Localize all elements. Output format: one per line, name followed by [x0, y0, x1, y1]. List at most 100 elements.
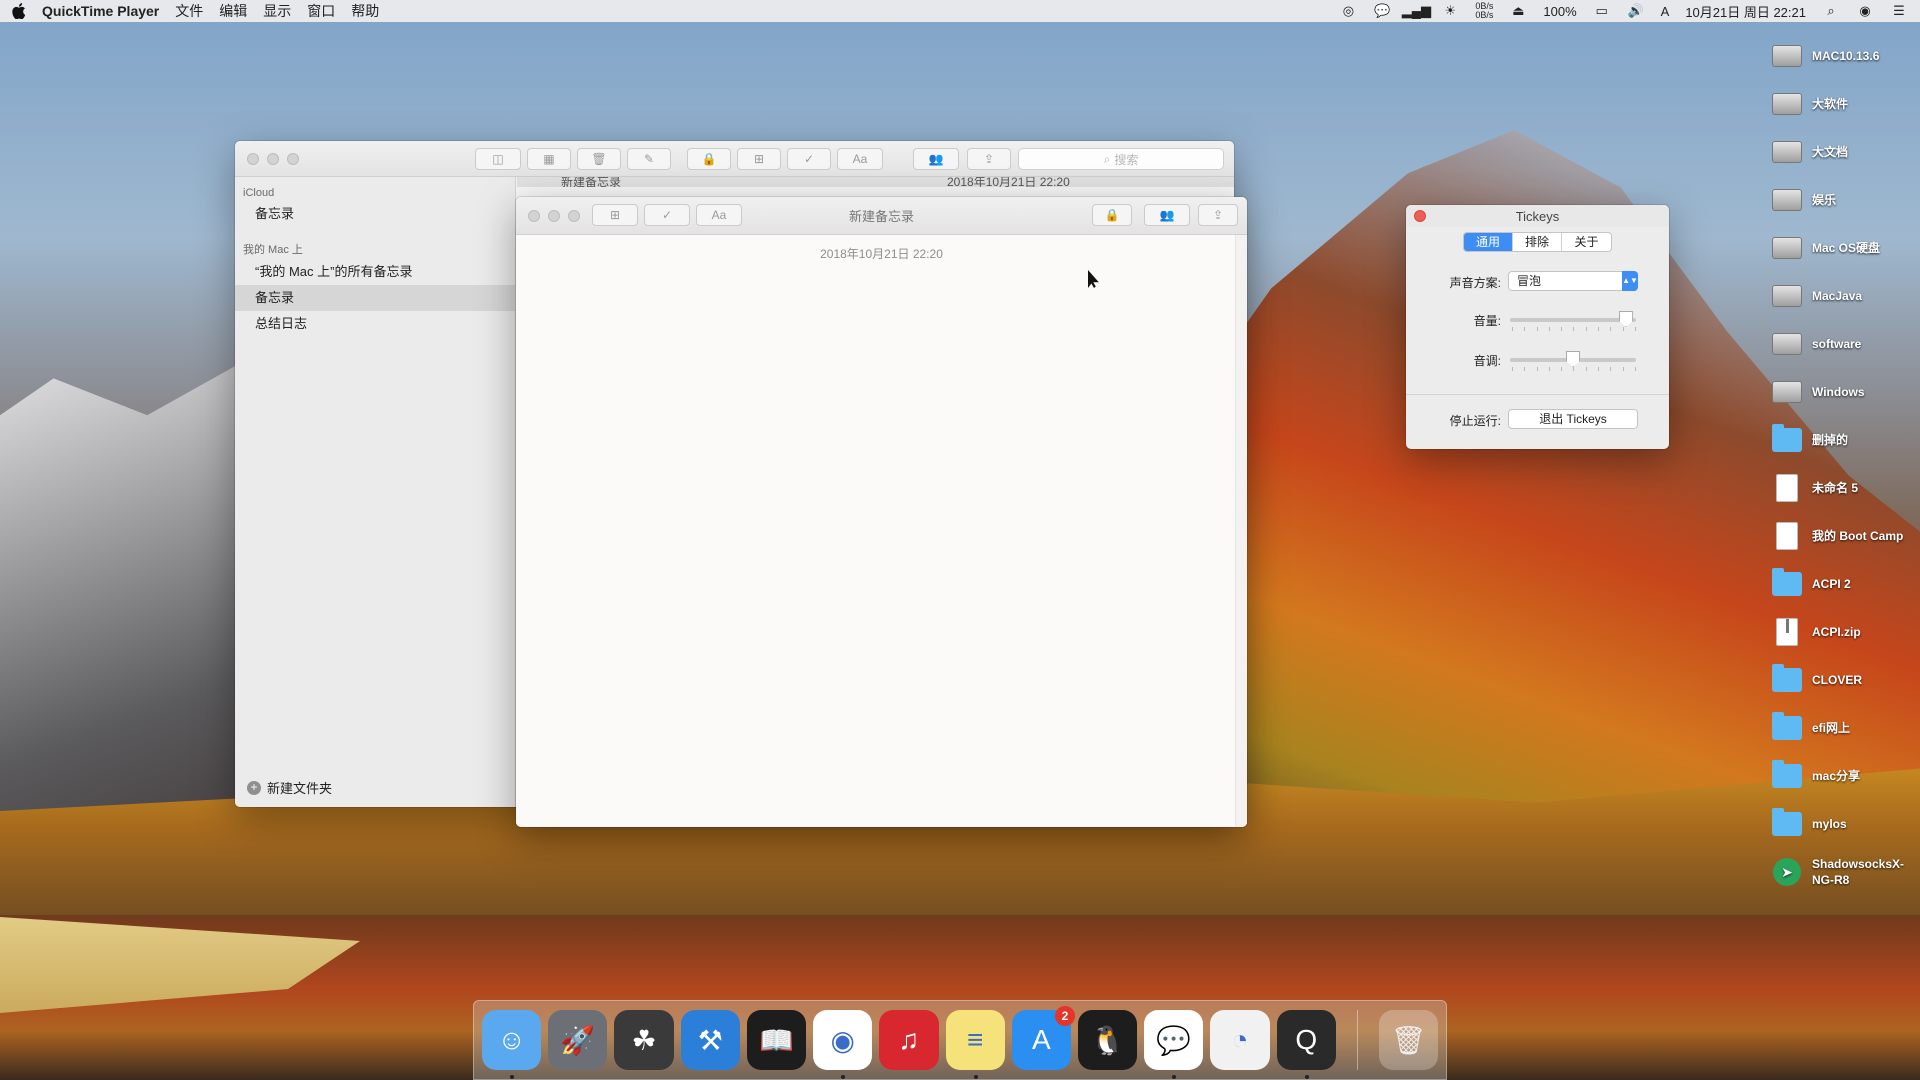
close-button[interactable] — [247, 152, 259, 165]
sidebar-toggle-icon[interactable]: ◫ — [475, 148, 521, 170]
desktop-icon[interactable]: ACPI.zip — [1772, 608, 1920, 656]
delete-icon[interactable]: 🗑 — [577, 148, 621, 170]
desktop-icon[interactable]: 我的 Boot Camp — [1772, 512, 1920, 560]
desktop-icon[interactable]: CLOVER — [1772, 656, 1920, 704]
xcode-icon[interactable]: ⚒ — [680, 1010, 740, 1070]
desktop-icon[interactable]: 大软件 — [1772, 80, 1920, 128]
notes-main-titlebar[interactable]: ◫ ▦ 🗑 ✎ 🔒 ⊞ ✓ Aa 👥 ⇪ ⌕ 搜索 — [235, 141, 1234, 177]
eject-icon[interactable]: ⏏ — [1509, 3, 1527, 19]
qq-icon[interactable]: 🐧 — [1077, 1010, 1138, 1070]
desktop-icon[interactable]: 娱乐 — [1772, 176, 1920, 224]
share-icon[interactable]: ⇪ — [1198, 204, 1238, 226]
siri-icon[interactable]: ◉ — [1856, 3, 1874, 19]
checklist-icon[interactable]: ✓ — [644, 204, 690, 226]
pitch-slider[interactable] — [1510, 351, 1636, 367]
battery-icon[interactable]: ▭ — [1593, 3, 1611, 19]
note-editor-titlebar[interactable]: ⊞ ✓ Aa 新建备忘录 🔒 👥 ⇪ — [516, 197, 1247, 235]
record-status-icon[interactable]: ◎ — [1339, 3, 1357, 19]
clover-configurator-icon[interactable]: ☘ — [614, 1010, 674, 1070]
desktop-icon[interactable]: 删掉的 — [1772, 416, 1920, 464]
volume-slider[interactable] — [1510, 311, 1636, 327]
lock-icon[interactable]: 🔒 — [1092, 204, 1132, 226]
desktop-icon[interactable]: MacJava — [1772, 272, 1920, 320]
zoom-button[interactable] — [287, 152, 299, 165]
signal-bars-icon[interactable]: ▂▄▆ — [1402, 3, 1431, 19]
netease-music-icon[interactable]: ♫ — [879, 1010, 939, 1070]
net-down-speed: 0B/s — [1475, 10, 1494, 20]
format-text-icon[interactable]: Aa — [837, 148, 883, 170]
desktop-icon[interactable]: ACPI 2 — [1772, 560, 1920, 608]
add-people-icon[interactable]: 👥 — [1144, 204, 1190, 226]
desktop-icon[interactable]: MAC10.13.6 — [1772, 32, 1920, 80]
desktop-icon[interactable]: 大文档 — [1772, 128, 1920, 176]
desktop-icon[interactable]: Windows — [1772, 368, 1920, 416]
share-icon[interactable]: ⇪ — [967, 148, 1011, 170]
menu-view[interactable]: 显示 — [263, 1, 291, 21]
finder-icon[interactable]: ☺ — [482, 1010, 542, 1079]
tab-about[interactable]: 关于 — [1562, 233, 1611, 251]
kindle-icon[interactable]: 📖 — [746, 1010, 807, 1070]
new-folder-button[interactable]: + 新建文件夹 — [247, 778, 332, 797]
tab-exclude[interactable]: 排除 — [1513, 233, 1562, 251]
desktop-icon[interactable]: software — [1772, 320, 1920, 368]
menu-app-name[interactable]: QuickTime Player — [42, 3, 159, 19]
sidebar-item-mac-notes[interactable]: 备忘录 — [235, 285, 515, 311]
add-people-icon[interactable]: 👥 — [913, 148, 959, 170]
battery-percent[interactable]: 100% — [1543, 4, 1576, 19]
plus-circle-icon: + — [247, 780, 261, 795]
spotlight-search-icon[interactable]: ⌕ — [1822, 3, 1840, 19]
sound-scheme-select[interactable]: 冒泡 ▲▼ — [1508, 271, 1638, 291]
network-speed-meter[interactable]: 0B/s 0B/s — [1475, 2, 1493, 20]
sidebar-item-icloud-notes[interactable]: 备忘录 — [235, 201, 515, 227]
notification-center-icon[interactable]: ☰ — [1890, 3, 1908, 19]
apple-menu-icon[interactable] — [12, 3, 26, 20]
tab-general[interactable]: 通用 — [1464, 233, 1513, 251]
desktop-icon[interactable]: mylos — [1772, 800, 1920, 848]
volume-icon[interactable]: 🔊 — [1627, 3, 1645, 19]
close-button[interactable] — [1414, 210, 1426, 222]
checklist-icon[interactable]: ✓ — [787, 148, 831, 170]
quicktime-icon[interactable]: Q — [1276, 1010, 1336, 1079]
disk-speed-icon[interactable]: ◔ — [1210, 1010, 1270, 1070]
desktop-icon[interactable]: 未命名 5 — [1772, 464, 1920, 512]
wechat-status-icon[interactable]: 💬 — [1373, 3, 1391, 19]
tickeys-titlebar[interactable]: Tickeys — [1406, 205, 1669, 227]
notes-search-input[interactable]: ⌕ 搜索 — [1018, 148, 1224, 170]
chrome-icon[interactable]: ◉ — [813, 1010, 873, 1079]
quit-tickeys-button[interactable]: 退出 Tickeys — [1508, 409, 1638, 429]
minimize-button[interactable] — [548, 209, 560, 222]
table-icon[interactable]: ⊞ — [737, 148, 781, 170]
wechat-icon[interactable]: 💬 — [1144, 1010, 1204, 1079]
file-icon — [1772, 521, 1802, 551]
menu-window[interactable]: 窗口 — [307, 1, 335, 21]
trash-icon[interactable]: 🗑 — [1378, 1010, 1439, 1070]
desktop-icon[interactable]: Mac OS硬盘 — [1772, 224, 1920, 272]
brightness-icon[interactable]: ☀ — [1441, 3, 1459, 19]
sidebar-item-summary-log[interactable]: 总结日志 — [235, 311, 515, 337]
drive-icon — [1772, 377, 1802, 407]
format-text-icon[interactable]: Aa — [696, 204, 742, 226]
sidebar-item-all-mac-notes[interactable]: “我的 Mac 上”的所有备忘录 — [235, 259, 515, 285]
note-scrollbar[interactable] — [1235, 235, 1247, 827]
close-button[interactable] — [528, 209, 540, 222]
table-icon[interactable]: ⊞ — [592, 204, 638, 226]
gallery-view-icon[interactable]: ▦ — [527, 148, 571, 170]
desktop-icon[interactable]: mac分享 — [1772, 752, 1920, 800]
menu-clock[interactable]: 10月21日 周日 22:21 — [1685, 2, 1806, 21]
menu-help[interactable]: 帮助 — [351, 1, 379, 21]
volume-slider-thumb[interactable] — [1618, 311, 1633, 327]
app-store-icon[interactable]: A2 — [1011, 1006, 1075, 1070]
input-method[interactable]: A — [1661, 4, 1670, 19]
note-editor-body[interactable]: 2018年10月21日 22:20 — [516, 235, 1247, 827]
notes-icon[interactable]: ≡ — [945, 1010, 1005, 1079]
zoom-button[interactable] — [568, 209, 580, 222]
minimize-button[interactable] — [267, 152, 279, 165]
compose-icon[interactable]: ✎ — [627, 148, 671, 170]
pitch-slider-thumb[interactable] — [1566, 351, 1580, 367]
launchpad-icon[interactable]: 🚀 — [548, 1010, 608, 1070]
menu-edit[interactable]: 编辑 — [219, 1, 247, 21]
desktop-icon[interactable]: ➤ ShadowsocksX-NG-R8 — [1772, 848, 1920, 896]
lock-icon[interactable]: 🔒 — [687, 148, 731, 170]
menu-file[interactable]: 文件 — [175, 1, 203, 21]
desktop-icon[interactable]: efi网上 — [1772, 704, 1920, 752]
